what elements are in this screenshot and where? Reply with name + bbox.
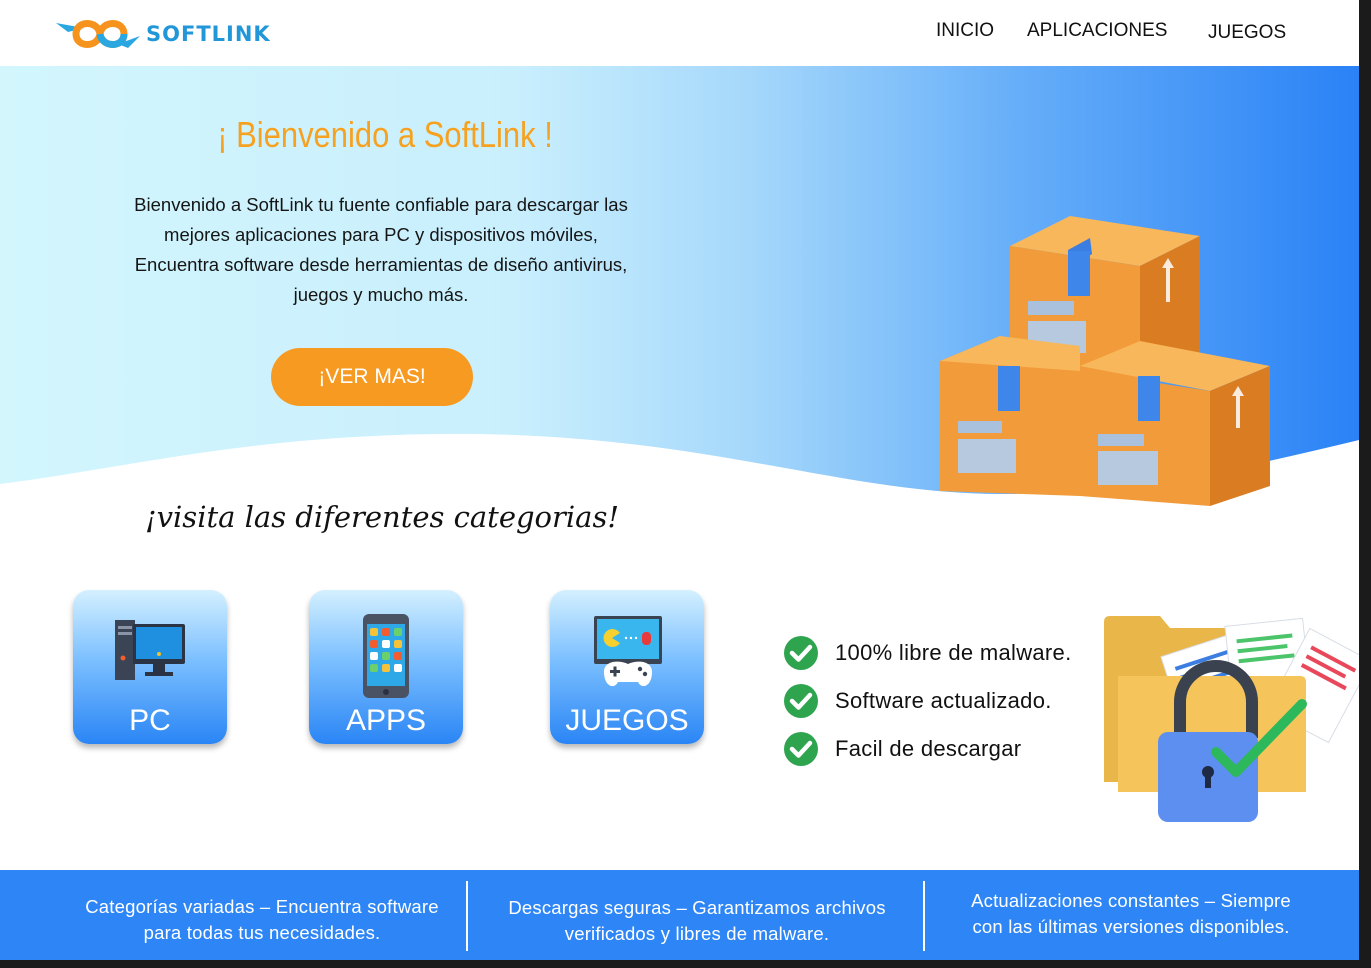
footer-line: Categorías variadas – Encuentra software <box>85 896 439 917</box>
hero-line: Bienvenido a SoftLink tu fuente confiabl… <box>134 194 628 215</box>
secure-folder-lock-icon <box>1104 616 1359 822</box>
hero-line: mejores aplicaciones para PC y dispositi… <box>164 224 598 245</box>
footer-line: con las últimas versiones disponibles. <box>972 916 1290 937</box>
feature-text: Software actualizado. <box>835 688 1052 713</box>
footer-column-categorias: Categorías variadas – Encuentra software… <box>50 894 474 946</box>
footer-divider <box>466 881 468 951</box>
check-circle-icon <box>784 732 818 766</box>
category-juegos-label: JUEGOS <box>565 704 689 737</box>
check-circle-icon <box>784 684 818 718</box>
game-controller-icon <box>594 616 662 687</box>
check-circle-icon <box>784 636 818 670</box>
category-pc-label: PC <box>129 704 171 737</box>
footer-column-descargas: Descargas seguras – Garantizamos archivo… <box>485 895 909 947</box>
infinity-logo-icon <box>56 20 140 48</box>
category-pc-card[interactable]: PC <box>73 590 227 744</box>
logo[interactable]: SOFTLINK <box>54 14 271 54</box>
hero-title: ¡ Bienvenido a SoftLink ! <box>217 114 553 155</box>
nav-juegos[interactable]: JUEGOS <box>1208 22 1286 48</box>
feature-item: Facil de descargar <box>783 731 1021 767</box>
footer-line: Actualizaciones constantes – Siempre <box>971 890 1291 911</box>
categories-title: ¡visita las diferentes categorias! <box>145 500 619 534</box>
footer-line: verificados y libres de malware. <box>564 923 830 944</box>
nav-inicio[interactable]: INICIO <box>936 20 994 46</box>
site-header: SOFTLINK INICIO APLICACIONES JUEGOS <box>0 0 1359 66</box>
hero-section: ¡ Bienvenido a SoftLink ! Bienvenido a S… <box>0 66 1359 536</box>
nav-aplicaciones[interactable]: APLICACIONES <box>1027 20 1167 46</box>
footer-column-actualizaciones: Actualizaciones constantes – Siempre con… <box>940 888 1322 940</box>
feature-item: 100% libre de malware. <box>783 635 1072 671</box>
feature-text: 100% libre de malware. <box>835 640 1072 665</box>
footer-line: para todas tus necesidades. <box>143 922 381 943</box>
smartphone-apps-icon <box>363 614 409 698</box>
boxes-illustration <box>940 216 1270 506</box>
hero-description: Bienvenido a SoftLink tu fuente confiabl… <box>96 190 666 310</box>
category-juegos-card[interactable]: JUEGOS <box>550 590 704 744</box>
feature-text: Facil de descargar <box>835 736 1022 761</box>
ver-mas-button[interactable]: ¡VER MAS! <box>271 348 473 406</box>
feature-item: Software actualizado. <box>783 683 1052 719</box>
site-footer: Categorías variadas – Encuentra software… <box>0 870 1359 960</box>
hero-line: Encuentra software desde herramientas de… <box>134 254 628 275</box>
page: SOFTLINK INICIO APLICACIONES JUEGOS ¡ Bi… <box>0 0 1359 960</box>
footer-divider <box>923 881 925 951</box>
hero-line: juegos y mucho más. <box>293 284 469 305</box>
logo-text: SOFTLINK <box>146 22 271 46</box>
footer-line: Descargas seguras – Garantizamos archivo… <box>508 897 886 918</box>
desktop-computer-icon <box>115 620 185 680</box>
category-apps-label: APPS <box>345 704 427 737</box>
category-apps-card[interactable]: APPS <box>309 590 463 744</box>
